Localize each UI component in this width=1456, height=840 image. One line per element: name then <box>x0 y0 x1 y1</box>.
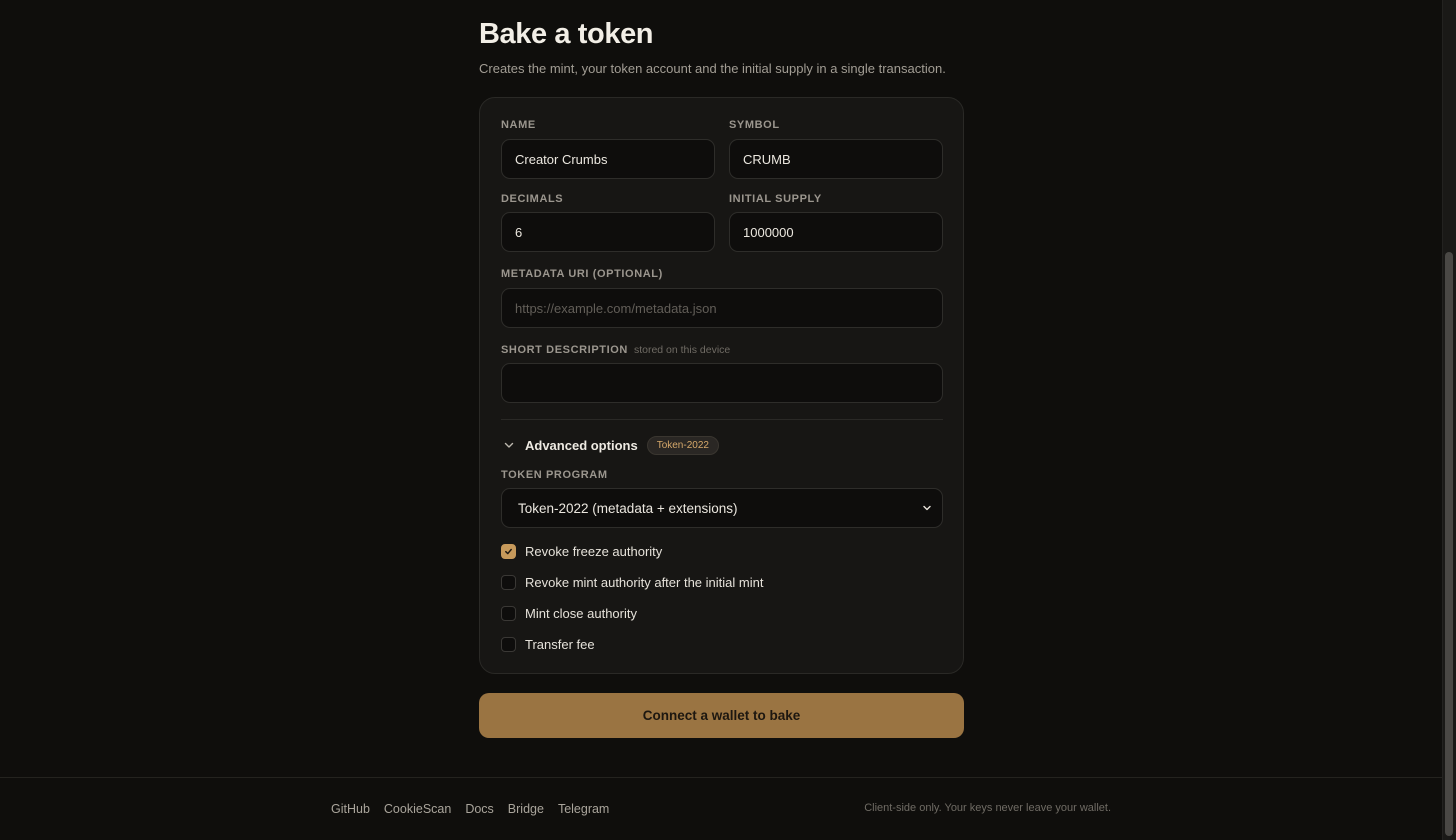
metadata-uri-input[interactable] <box>501 288 943 328</box>
page-title: Bake a token <box>479 18 654 50</box>
footer-link-github[interactable]: GitHub <box>331 802 370 816</box>
name-label: Name <box>501 119 536 131</box>
footer-links: GitHub CookieScan Docs Bridge Telegram <box>331 802 623 816</box>
scrollbar-thumb[interactable] <box>1445 252 1453 836</box>
divider <box>501 419 943 420</box>
transfer-fee-checkbox[interactable] <box>501 636 516 652</box>
transfer-fee-option[interactable]: Transfer fee <box>501 635 595 653</box>
short-description-label-text: Short description <box>501 344 628 356</box>
token-program-label: Token program <box>501 469 608 481</box>
token-form-card: Name Symbol Decimals Initial supply Meta… <box>479 97 964 674</box>
chevron-down-icon <box>501 437 517 453</box>
token-program-selected-value: Token-2022 (metadata + extensions) <box>518 500 738 516</box>
mint-close-authority-label: Mint close authority <box>525 605 637 621</box>
short-description-label: Short description stored on this device <box>501 344 730 356</box>
metadata-uri-label: Metadata URI (optional) <box>501 268 663 280</box>
footer: GitHub CookieScan Docs Bridge Telegram C… <box>0 777 1442 840</box>
mint-close-authority-checkbox[interactable] <box>501 605 516 621</box>
page-subtitle: Creates the mint, your token account and… <box>479 61 946 76</box>
revoke-freeze-authority-checkbox[interactable] <box>501 543 516 559</box>
revoke-mint-authority-option[interactable]: Revoke mint authority after the initial … <box>501 573 763 591</box>
advanced-options-label: Advanced options <box>525 437 638 453</box>
revoke-mint-authority-label: Revoke mint authority after the initial … <box>525 574 764 590</box>
symbol-input[interactable] <box>729 139 943 179</box>
initial-supply-label: Initial supply <box>729 193 822 205</box>
name-input[interactable] <box>501 139 715 179</box>
token-2022-badge: Token-2022 <box>646 435 719 455</box>
footer-link-cookiescan[interactable]: CookieScan <box>384 802 451 816</box>
scrollbar[interactable] <box>1442 0 1456 840</box>
decimals-input[interactable] <box>501 212 715 252</box>
initial-supply-input[interactable] <box>729 212 943 252</box>
footer-link-docs[interactable]: Docs <box>465 802 493 816</box>
token-program-select[interactable]: Token-2022 (metadata + extensions) <box>501 488 943 528</box>
check-icon <box>505 548 512 554</box>
short-description-input[interactable] <box>501 363 943 403</box>
revoke-mint-authority-checkbox[interactable] <box>501 574 516 590</box>
decimals-label: Decimals <box>501 193 564 205</box>
revoke-freeze-authority-option[interactable]: Revoke freeze authority <box>501 542 662 560</box>
mint-close-authority-option[interactable]: Mint close authority <box>501 604 637 622</box>
revoke-freeze-authority-label: Revoke freeze authority <box>525 543 663 559</box>
footer-note: Client-side only. Your keys never leave … <box>864 802 1111 814</box>
advanced-options-toggle[interactable]: Advanced options Token-2022 <box>501 434 719 456</box>
transfer-fee-label: Transfer fee <box>525 636 595 652</box>
short-description-hint: stored on this device <box>633 344 731 356</box>
footer-link-bridge[interactable]: Bridge <box>508 802 544 816</box>
page: Bake a token Creates the mint, your toke… <box>0 0 1456 840</box>
connect-wallet-button[interactable]: Connect a wallet to bake <box>479 693 964 738</box>
symbol-label: Symbol <box>729 119 780 131</box>
footer-link-telegram[interactable]: Telegram <box>558 802 609 816</box>
chevron-down-icon <box>922 503 932 513</box>
